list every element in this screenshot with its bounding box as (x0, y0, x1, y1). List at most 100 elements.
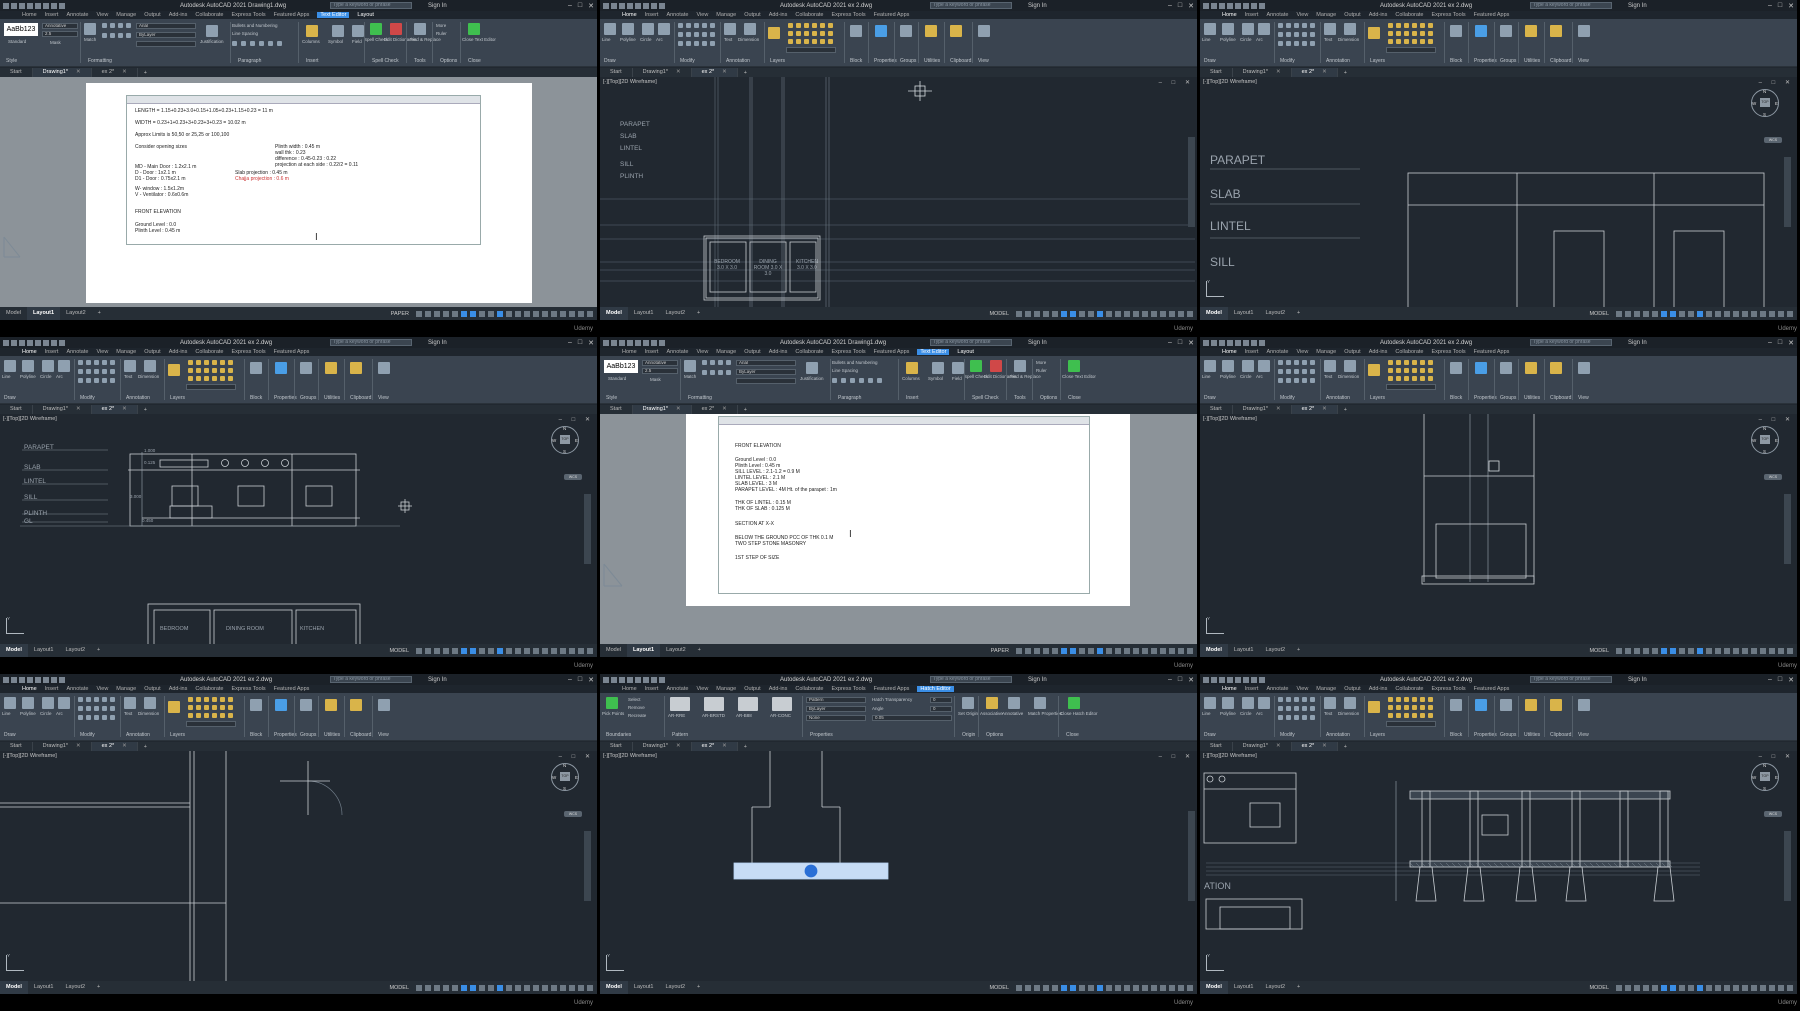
ribbon-tab[interactable]: Insert (645, 349, 659, 355)
polyline-tool-icon[interactable] (22, 697, 34, 709)
status-toggle-icon[interactable] (425, 647, 431, 654)
status-toggle-icon[interactable] (1133, 984, 1139, 991)
ribbon-tab[interactable]: View (96, 349, 108, 355)
space-indicator[interactable]: MODEL (1589, 311, 1609, 317)
close-icon[interactable]: ✕ (1788, 339, 1794, 347)
search-input[interactable]: Type a keyword or phrase (930, 2, 1012, 9)
drawing-canvas[interactable]: [-][Top][2D Wireframe] – □ ✕ Y (600, 751, 1197, 981)
status-toggle-icon[interactable] (452, 984, 458, 991)
quick-access-icon[interactable] (1227, 2, 1233, 9)
layer-tool-icon[interactable] (212, 713, 217, 718)
level-label[interactable]: PARAPET (620, 121, 650, 128)
symbol-icon[interactable] (332, 25, 344, 37)
font-dropdown[interactable]: Arial (136, 23, 196, 29)
layer-tool-icon[interactable] (212, 697, 217, 702)
modify-tool-icon[interactable] (694, 32, 699, 37)
layer-tool-icon[interactable] (812, 23, 817, 28)
layer-tool-icon[interactable] (1396, 376, 1401, 381)
quick-access-icon[interactable] (635, 339, 641, 346)
status-toggle-icon[interactable] (1670, 647, 1676, 654)
match-icon[interactable] (84, 23, 96, 35)
ribbon-tab[interactable]: Collaborate (1395, 349, 1423, 355)
format-icon[interactable] (126, 23, 131, 28)
layer-tool-icon[interactable] (188, 713, 193, 718)
sign-in-button[interactable]: Sign In (1028, 3, 1047, 9)
pick-points-icon[interactable] (606, 697, 618, 709)
status-toggle-icon[interactable] (1715, 647, 1721, 654)
quick-access-icon[interactable] (627, 676, 633, 683)
modify-tool-icon[interactable] (1286, 23, 1291, 28)
close-icon[interactable]: ✕ (1188, 676, 1194, 684)
elevation-title[interactable]: ATION (1204, 881, 1231, 891)
status-toggle-icon[interactable] (551, 310, 557, 317)
new-tab-icon[interactable]: + (138, 744, 147, 750)
level-label[interactable]: LINTEL (1210, 219, 1251, 233)
ribbon-tab[interactable]: Featured Apps (874, 349, 910, 355)
layout-tab[interactable]: Model (0, 981, 28, 994)
status-toggle-icon[interactable] (1142, 310, 1148, 317)
quick-access-icon[interactable] (35, 339, 41, 346)
level-label[interactable]: SILL (620, 161, 633, 168)
drawing-canvas[interactable]: LENGTH = 1.15+0.23+3.0+0.15+1.05+0.23+1.… (0, 77, 597, 307)
modify-tool-icon[interactable] (1302, 715, 1307, 720)
quick-access-icon[interactable] (11, 2, 17, 9)
layer-tool-icon[interactable] (788, 23, 793, 28)
status-toggle-icon[interactable] (1106, 647, 1112, 654)
layer-tool-icon[interactable] (1412, 23, 1417, 28)
layout-tab[interactable]: Layout2 (1259, 307, 1291, 320)
columns-icon[interactable] (306, 25, 318, 37)
modify-tool-icon[interactable] (1278, 41, 1283, 46)
ribbon-tab[interactable]: View (696, 12, 708, 18)
add-layout-icon[interactable]: + (92, 307, 107, 320)
status-toggle-icon[interactable] (497, 310, 503, 317)
layer-dropdown[interactable] (186, 721, 236, 727)
drawing-canvas[interactable]: [-][Top][2D Wireframe] – □ ✕ TOP N S E W WCS Y (1200, 414, 1797, 644)
dimension-tool-icon[interactable] (1344, 360, 1356, 372)
modify-tool-icon[interactable] (1302, 23, 1307, 28)
add-layout-icon[interactable]: + (91, 644, 106, 657)
modify-tool-icon[interactable] (78, 360, 83, 365)
quick-access-toolbar[interactable] (600, 676, 665, 683)
mask-button[interactable]: Mask (50, 40, 61, 45)
status-toggle-icon[interactable] (1625, 984, 1631, 991)
line-spacing-button[interactable]: Line Spacing (832, 368, 858, 373)
layer-tool-icon[interactable] (1388, 360, 1393, 365)
text-tool-icon[interactable] (124, 360, 136, 372)
dimension-text[interactable]: 0.450 (142, 518, 153, 523)
status-toggle-icon[interactable] (1625, 647, 1631, 654)
layer-tool-icon[interactable] (220, 705, 225, 710)
layer-tool-icon[interactable] (1412, 697, 1417, 702)
base-view-icon[interactable] (1578, 699, 1590, 711)
circle-tool-icon[interactable] (42, 697, 54, 709)
quick-access-icon[interactable] (611, 676, 617, 683)
status-toggle-icon[interactable] (488, 984, 494, 991)
modify-tool-icon[interactable] (1286, 41, 1291, 46)
status-toggle-icon[interactable] (524, 647, 530, 654)
close-icon[interactable]: ✕ (1788, 2, 1794, 10)
quick-access-icon[interactable] (643, 339, 649, 346)
modify-tool-icon[interactable] (110, 378, 115, 383)
drawing-geometry[interactable] (0, 414, 597, 644)
drawing-geometry[interactable] (1200, 414, 1797, 644)
status-toggle-icon[interactable] (488, 310, 494, 317)
layer-tool-icon[interactable] (1388, 31, 1393, 36)
modify-tool-icon[interactable] (78, 706, 83, 711)
file-tab[interactable]: ex 2* ✕ (91, 742, 138, 751)
modify-tool-icon[interactable] (1310, 706, 1315, 711)
ribbon-tab[interactable]: Insert (645, 12, 659, 18)
ribbon-tab[interactable]: Featured Apps (274, 686, 310, 692)
layout-tab[interactable]: Model (1200, 307, 1228, 320)
drawing-geometry[interactable] (0, 77, 597, 307)
transparency-input[interactable]: 0 (930, 697, 952, 703)
layer-tool-icon[interactable] (1404, 368, 1409, 373)
close-icon[interactable]: ✕ (1788, 676, 1794, 684)
modify-tool-icon[interactable] (94, 360, 99, 365)
sign-in-button[interactable]: Sign In (428, 3, 447, 9)
status-toggle-icon[interactable] (1169, 647, 1175, 654)
layer-tool-icon[interactable] (212, 705, 217, 710)
circle-tool-icon[interactable] (1242, 697, 1254, 709)
modify-tool-icon[interactable] (702, 23, 707, 28)
format-icon[interactable] (718, 370, 723, 375)
ribbon-tab[interactable]: Output (744, 349, 761, 355)
status-toggle-icon[interactable] (1634, 647, 1640, 654)
